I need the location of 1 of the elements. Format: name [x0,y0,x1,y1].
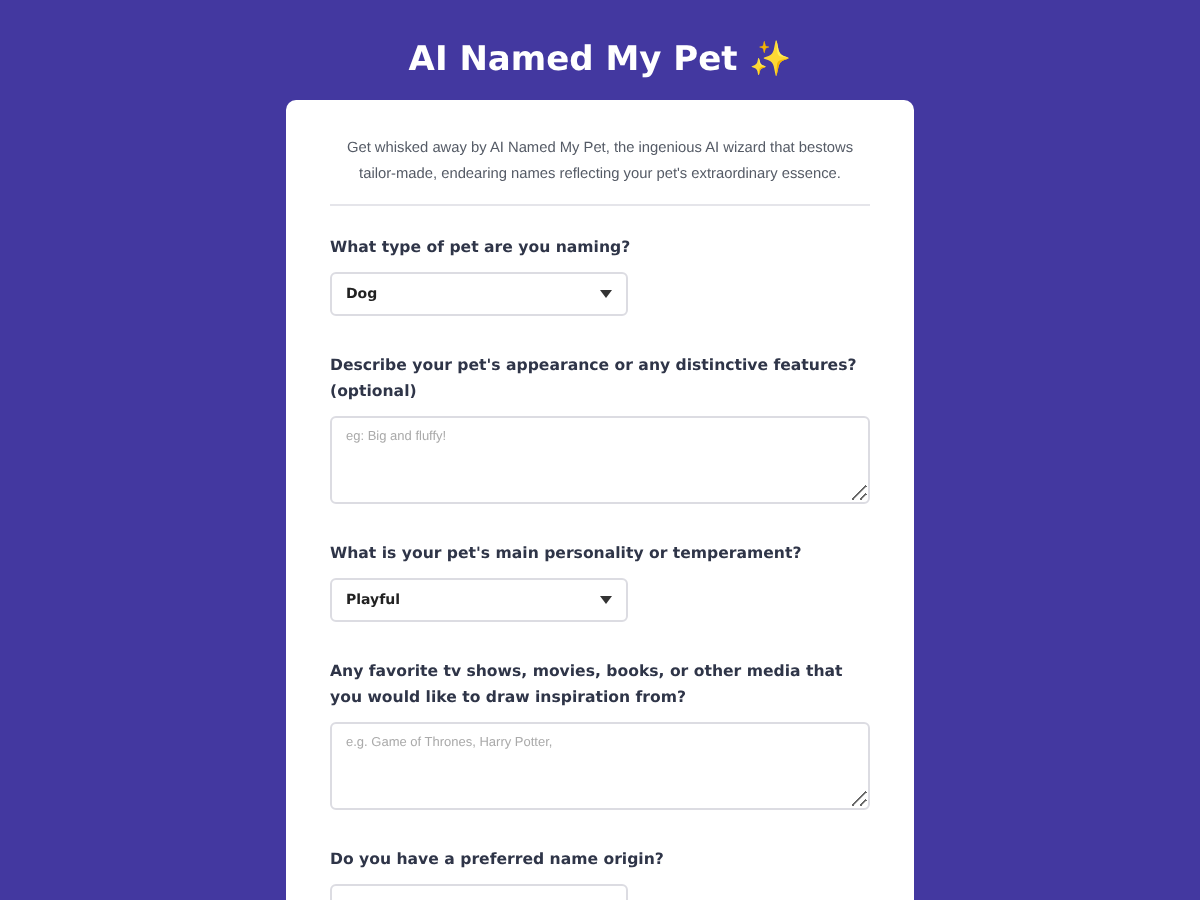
page-title: AI Named My Pet ✨ [408,38,792,82]
